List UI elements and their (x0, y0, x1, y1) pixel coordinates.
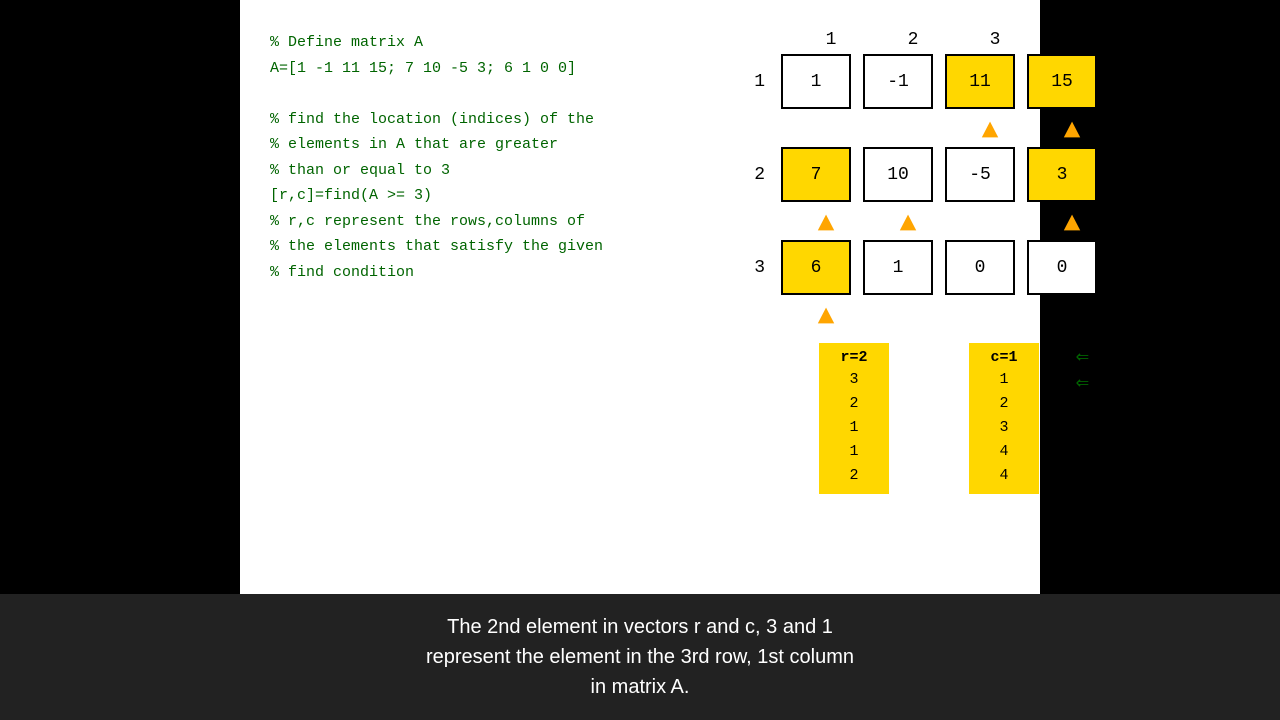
matrix-row-1: 1 1 -1 11 15 (735, 54, 1113, 109)
arrow-2-2: ▲ (873, 211, 943, 239)
arrow-2-1: ▲ (791, 211, 861, 239)
cell-1-1: 1 (781, 54, 851, 109)
cell-2-2: 10 (863, 147, 933, 202)
row-label-2: 2 (735, 165, 775, 185)
c-val-2: 2 (985, 392, 1023, 416)
cell-2-3: -5 (945, 147, 1015, 202)
darrow-2: ⇐ (1076, 373, 1089, 395)
content-area: % Define matrix A A=[1 -1 11 15; 7 10 -5… (240, 0, 1040, 594)
main-container: % Define matrix A A=[1 -1 11 15; 7 10 -5… (0, 0, 1280, 720)
cell-1-3: 11 (945, 54, 1015, 109)
cell-3-4: 0 (1027, 240, 1097, 295)
result-r-header: r=2 (835, 349, 873, 366)
arrow-2-4: ▲ (1037, 211, 1107, 239)
right-panel: 1 2 3 4 1 1 -1 11 15 ▲ ▲ ▲ (730, 20, 1118, 574)
arrow-row-2: ▲ ▲ ▲ ▲ (785, 210, 1113, 240)
double-arrows: ⇐ ⇐ (1076, 347, 1089, 395)
row-label-1: 1 (735, 72, 775, 92)
arrow-row-1: ▲ ▲ ▲ ▲ (785, 117, 1113, 147)
cell-3-1: 6 (781, 240, 851, 295)
result-c-box: c=1 1 2 3 4 4 ⇐ ⇐ (969, 343, 1039, 494)
c-val-5: 4 (985, 464, 1023, 488)
code-line-8: % r,c represent the rows,columns of (270, 209, 730, 235)
code-line-1: % Define matrix A (270, 30, 730, 56)
row-label-3: 3 (735, 258, 775, 278)
code-line-7: [r,c]=find(A >= 3) (270, 183, 730, 209)
col-headers: 1 2 3 4 (790, 30, 1118, 50)
cell-3-2: 1 (863, 240, 933, 295)
cell-1-2: -1 (863, 54, 933, 109)
matrix-row-3: 3 6 1 0 0 (735, 240, 1113, 295)
code-line-10: % find condition (270, 260, 730, 286)
result-c-values: 1 2 3 4 4 (985, 368, 1023, 488)
cell-2-4: 3 (1027, 147, 1097, 202)
left-panel: % Define matrix A A=[1 -1 11 15; 7 10 -5… (270, 20, 730, 574)
cell-1-4: 15 (1027, 54, 1097, 109)
r-val-5: 2 (835, 464, 873, 488)
cell-2-1: 7 (781, 147, 851, 202)
caption-bar: The 2nd element in vectors r and c, 3 an… (0, 594, 1280, 720)
col-header-4: 4 (1042, 30, 1112, 50)
cell-3-3: 0 (945, 240, 1015, 295)
arrow-1-4: ▲ (1037, 118, 1107, 146)
r-val-2: 2 (835, 392, 873, 416)
col-header-3: 3 (960, 30, 1030, 50)
r-val-1: 3 (835, 368, 873, 392)
arrow-1-3: ▲ (955, 118, 1025, 146)
result-r-box: r=2 3 2 1 1 2 (819, 343, 889, 494)
darrow-1: ⇐ (1076, 347, 1089, 369)
r-val-4: 1 (835, 440, 873, 464)
result-r-values: 3 2 1 1 2 (835, 368, 873, 488)
c-val-1: 1 (985, 368, 1023, 392)
c-val-4: 4 (985, 440, 1023, 464)
code-line-9: % the elements that satisfy the given (270, 234, 730, 260)
code-line-2: A=[1 -1 11 15; 7 10 -5 3; 6 1 0 0] (270, 56, 730, 82)
result-c-header: c=1 (985, 349, 1023, 366)
col-header-1: 1 (796, 30, 866, 50)
r-val-3: 1 (835, 416, 873, 440)
matrix-row-2: 2 7 10 -5 3 (735, 147, 1113, 202)
code-line-6: % than or equal to 3 (270, 158, 730, 184)
col-header-2: 2 (878, 30, 948, 50)
result-section: r=2 3 2 1 1 2 c=1 1 2 3 4 (819, 343, 1039, 494)
code-line-5: % elements in A that are greater (270, 132, 730, 158)
arrow-3-1: ▲ (791, 304, 861, 332)
code-line-4: % find the location (indices) of the (270, 107, 730, 133)
arrow-row-3: ▲ ▲ ▲ ▲ (785, 303, 1113, 333)
c-val-3: 3 (985, 416, 1023, 440)
matrix-section: 1 1 -1 11 15 ▲ ▲ ▲ ▲ 2 7 10 (735, 54, 1113, 333)
caption-text: The 2nd element in vectors r and c, 3 an… (426, 616, 854, 698)
code-line-3 (270, 81, 730, 107)
